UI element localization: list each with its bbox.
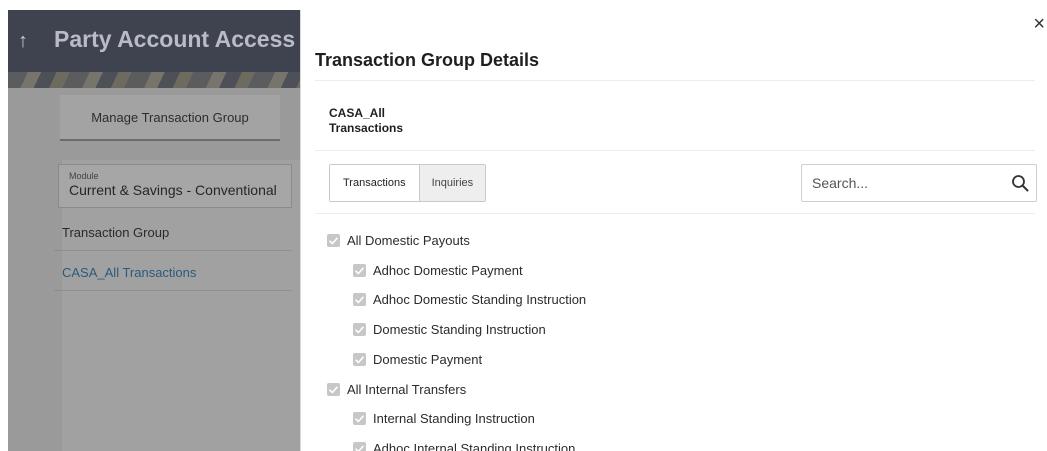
tree-item-label: Adhoc Internal Standing Instruction: [373, 441, 576, 451]
tree-child-item: Adhoc Internal Standing Instruction: [353, 441, 575, 451]
background-header: ↑ Party Account Access: [8, 10, 300, 88]
divider: [315, 80, 1035, 81]
group-name-line2: Transactions: [329, 121, 404, 135]
drawer-title: Transaction Group Details: [315, 50, 540, 70]
checkbox-checked-icon[interactable]: [327, 383, 340, 396]
tab-bar: Transactions Inquiries: [329, 164, 487, 202]
arrow-up-icon[interactable]: ↑: [18, 30, 28, 53]
module-select[interactable]: Module Current & Savings - Conventional: [58, 164, 292, 208]
checkbox-checked-icon[interactable]: [353, 323, 366, 336]
tree-item-label: All Domestic Payouts: [347, 233, 470, 248]
transaction-group-column-header: Transaction Group: [54, 219, 292, 251]
group-name-line1: CASA_All: [329, 106, 386, 120]
search-box: [801, 164, 1037, 202]
checkbox-checked-icon[interactable]: [353, 353, 366, 366]
checkbox-checked-icon[interactable]: [327, 234, 340, 247]
tab-manage-transaction-group[interactable]: Manage Transaction Group: [60, 95, 280, 141]
tree-item-label: Internal Standing Instruction: [373, 411, 535, 426]
search-input[interactable]: [802, 166, 1008, 200]
header-banner-strip: [8, 72, 300, 88]
group-name: CASA_All Transactions: [329, 106, 529, 136]
tree-child-item: Internal Standing Instruction: [353, 411, 535, 426]
tree-item-label: Domestic Payment: [373, 352, 483, 367]
tree-child-item: Adhoc Domestic Payment: [353, 263, 523, 278]
divider: [315, 150, 1035, 151]
background-page-title: Party Account Access: [54, 26, 296, 52]
tree-item-label: Adhoc Domestic Payment: [373, 263, 523, 278]
tree-group-item: All Domestic Payouts: [327, 233, 470, 248]
checkbox-checked-icon[interactable]: [353, 293, 366, 306]
module-label: Module: [69, 171, 99, 181]
tab-transactions[interactable]: Transactions: [330, 165, 419, 201]
checkbox-checked-icon[interactable]: [353, 442, 366, 451]
transaction-group-link[interactable]: CASA_All Transactions: [54, 259, 292, 291]
tree-item-label: Domestic Standing Instruction: [373, 322, 546, 337]
module-value: Current & Savings - Conventional: [69, 182, 277, 198]
tree-child-item: Domestic Standing Instruction: [353, 322, 546, 337]
tree-item-label: Adhoc Domestic Standing Instruction: [373, 292, 587, 307]
tree-group-item: All Internal Transfers: [327, 382, 466, 397]
search-icon[interactable]: [1008, 171, 1032, 195]
tree-item-label: All Internal Transfers: [347, 382, 467, 397]
tree-child-item: Domestic Payment: [353, 352, 482, 367]
close-icon[interactable]: ×: [1033, 14, 1045, 34]
tab-inquiries[interactable]: Inquiries: [418, 165, 486, 201]
checkbox-checked-icon[interactable]: [353, 264, 366, 277]
tree-child-item: Adhoc Domestic Standing Instruction: [353, 292, 586, 307]
page: ↑ Party Account Access Manage Transactio…: [0, 0, 1047, 451]
checkbox-checked-icon[interactable]: [353, 412, 366, 425]
transaction-group-details-drawer: × Transaction Group Details CASA_All Tra…: [300, 10, 1047, 451]
divider: [315, 213, 1035, 214]
